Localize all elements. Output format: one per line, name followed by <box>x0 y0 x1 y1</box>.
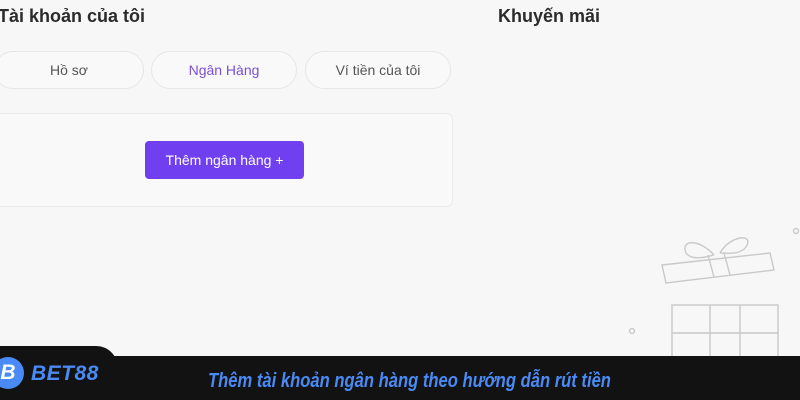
bet88-logo-text: BET88 <box>31 362 99 385</box>
tab-bank[interactable]: Ngân Hàng <box>151 51 297 89</box>
promotions-title: Khuyến mãi <box>498 6 601 26</box>
gift-box-icon <box>628 227 800 360</box>
my-account-title: Tài khoản của tôi <box>0 6 146 26</box>
tab-profile[interactable]: Hồ sơ <box>0 51 144 89</box>
banner-caption: Thêm tài khoản ngân hàng theo hướng dẫn … <box>208 370 611 392</box>
tab-wallet[interactable]: Ví tiền của tôi <box>305 51 451 89</box>
add-bank-button[interactable]: Thêm ngân hàng + <box>145 141 304 179</box>
